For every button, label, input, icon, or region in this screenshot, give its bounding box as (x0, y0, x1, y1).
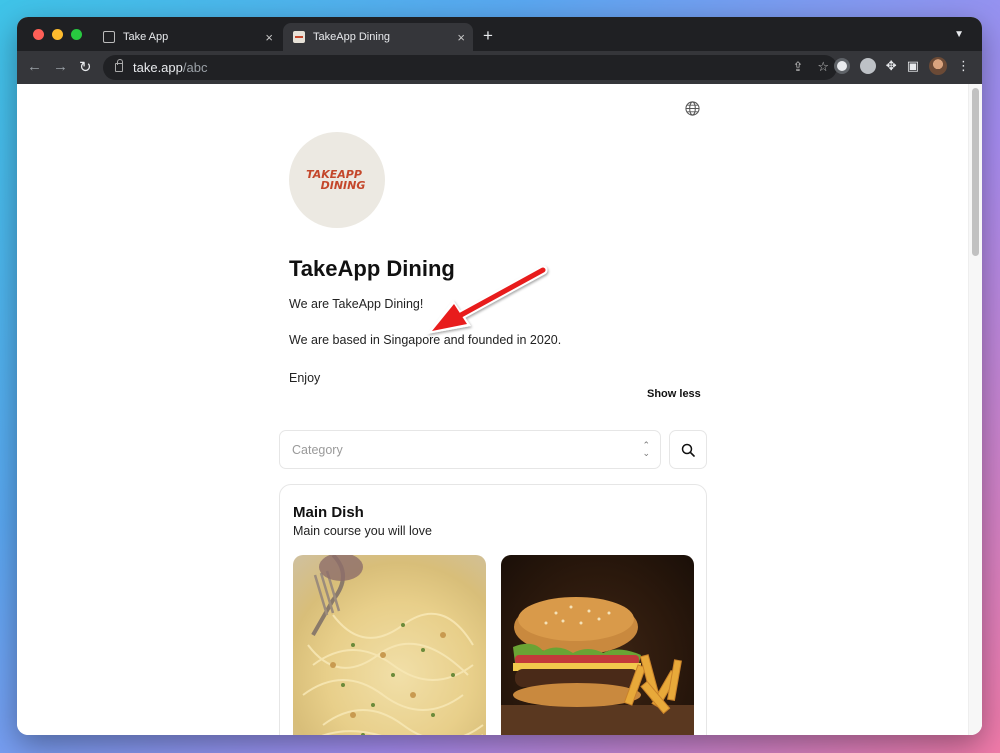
logo-text-line2: DINING (320, 179, 366, 192)
annotation-arrow-icon (427, 265, 548, 334)
maximize-window-button[interactable] (71, 29, 82, 40)
page-viewport: TAKEAPP DINING TakeApp Dining We are Tak… (17, 84, 982, 735)
globe-icon[interactable] (685, 101, 700, 116)
profile-avatar[interactable] (929, 57, 947, 75)
tab-label: Take App (123, 31, 169, 43)
extensions-puzzle-icon[interactable]: ✥ (886, 58, 897, 74)
close-tab-icon[interactable]: × (265, 30, 273, 45)
store-logo: TAKEAPP DINING (289, 132, 385, 228)
browser-window: Take App × TakeApp Dining × + ▼ ← → ↻ ta… (17, 17, 982, 735)
tab-search-chevron-icon[interactable]: ▼ (954, 29, 964, 40)
product-image-pasta[interactable] (293, 555, 486, 735)
share-icon[interactable]: ⇪ (792, 59, 803, 75)
url-host: take.app (133, 60, 183, 75)
lock-icon[interactable] (115, 59, 123, 72)
reload-icon[interactable]: ↻ (79, 58, 92, 76)
browser-menu-icon[interactable]: ⋮ (957, 58, 970, 74)
section-subtitle: Main course you will love (293, 524, 432, 538)
tab-strip: Take App × TakeApp Dining × + ▼ (17, 17, 982, 51)
tab-takeapp-dining[interactable]: TakeApp Dining × (283, 23, 473, 51)
minimize-window-button[interactable] (52, 29, 63, 40)
show-less-link[interactable]: Show less (647, 388, 701, 400)
url-path: /abc (182, 60, 208, 75)
scrollbar-thumb[interactable] (972, 88, 979, 256)
category-select[interactable]: Category ⌃ ⌄ (279, 430, 661, 469)
description-line: We are TakeApp Dining! (289, 297, 424, 311)
address-bar[interactable]: take.app/abc ⇪ ☆ (103, 55, 837, 80)
close-window-button[interactable] (33, 29, 44, 40)
select-chevrons-icon: ⌃ ⌄ (642, 440, 650, 458)
category-placeholder: Category (292, 442, 343, 457)
extensions-area: ✥ ▣ ⋮ (833, 57, 970, 75)
extension-compass-icon[interactable] (859, 58, 876, 74)
forward-arrow-icon[interactable]: → (53, 58, 68, 75)
back-arrow-icon[interactable]: ← (27, 58, 42, 75)
page-scrollbar[interactable] (968, 84, 982, 735)
close-tab-icon[interactable]: × (457, 30, 465, 45)
burger-illustration (501, 597, 694, 735)
description-line: Enjoy (289, 371, 321, 385)
pasta-illustration (302, 555, 484, 735)
tab-take-app[interactable]: Take App × (93, 23, 281, 51)
take-app-favicon-icon (103, 31, 115, 43)
tab-label: TakeApp Dining (313, 31, 391, 43)
search-icon (681, 443, 695, 457)
new-tab-icon[interactable]: + (483, 27, 493, 44)
section-title: Main Dish (293, 504, 364, 521)
category-section-card: Main Dish Main course you will love (279, 484, 707, 735)
bookmark-star-icon[interactable]: ☆ (817, 59, 829, 75)
extension-grammar-icon[interactable] (833, 58, 850, 74)
omnibox-actions: ⇪ ☆ (792, 59, 829, 75)
browser-toolbar: ← → ↻ take.app/abc ⇪ ☆ ✥ ▣ ⋮ (17, 51, 982, 84)
window-controls (33, 29, 82, 40)
takeapp-dining-favicon-icon (293, 31, 305, 43)
product-image-burger[interactable] (501, 555, 694, 735)
search-button[interactable] (669, 430, 707, 469)
side-panel-icon[interactable]: ▣ (907, 58, 919, 74)
